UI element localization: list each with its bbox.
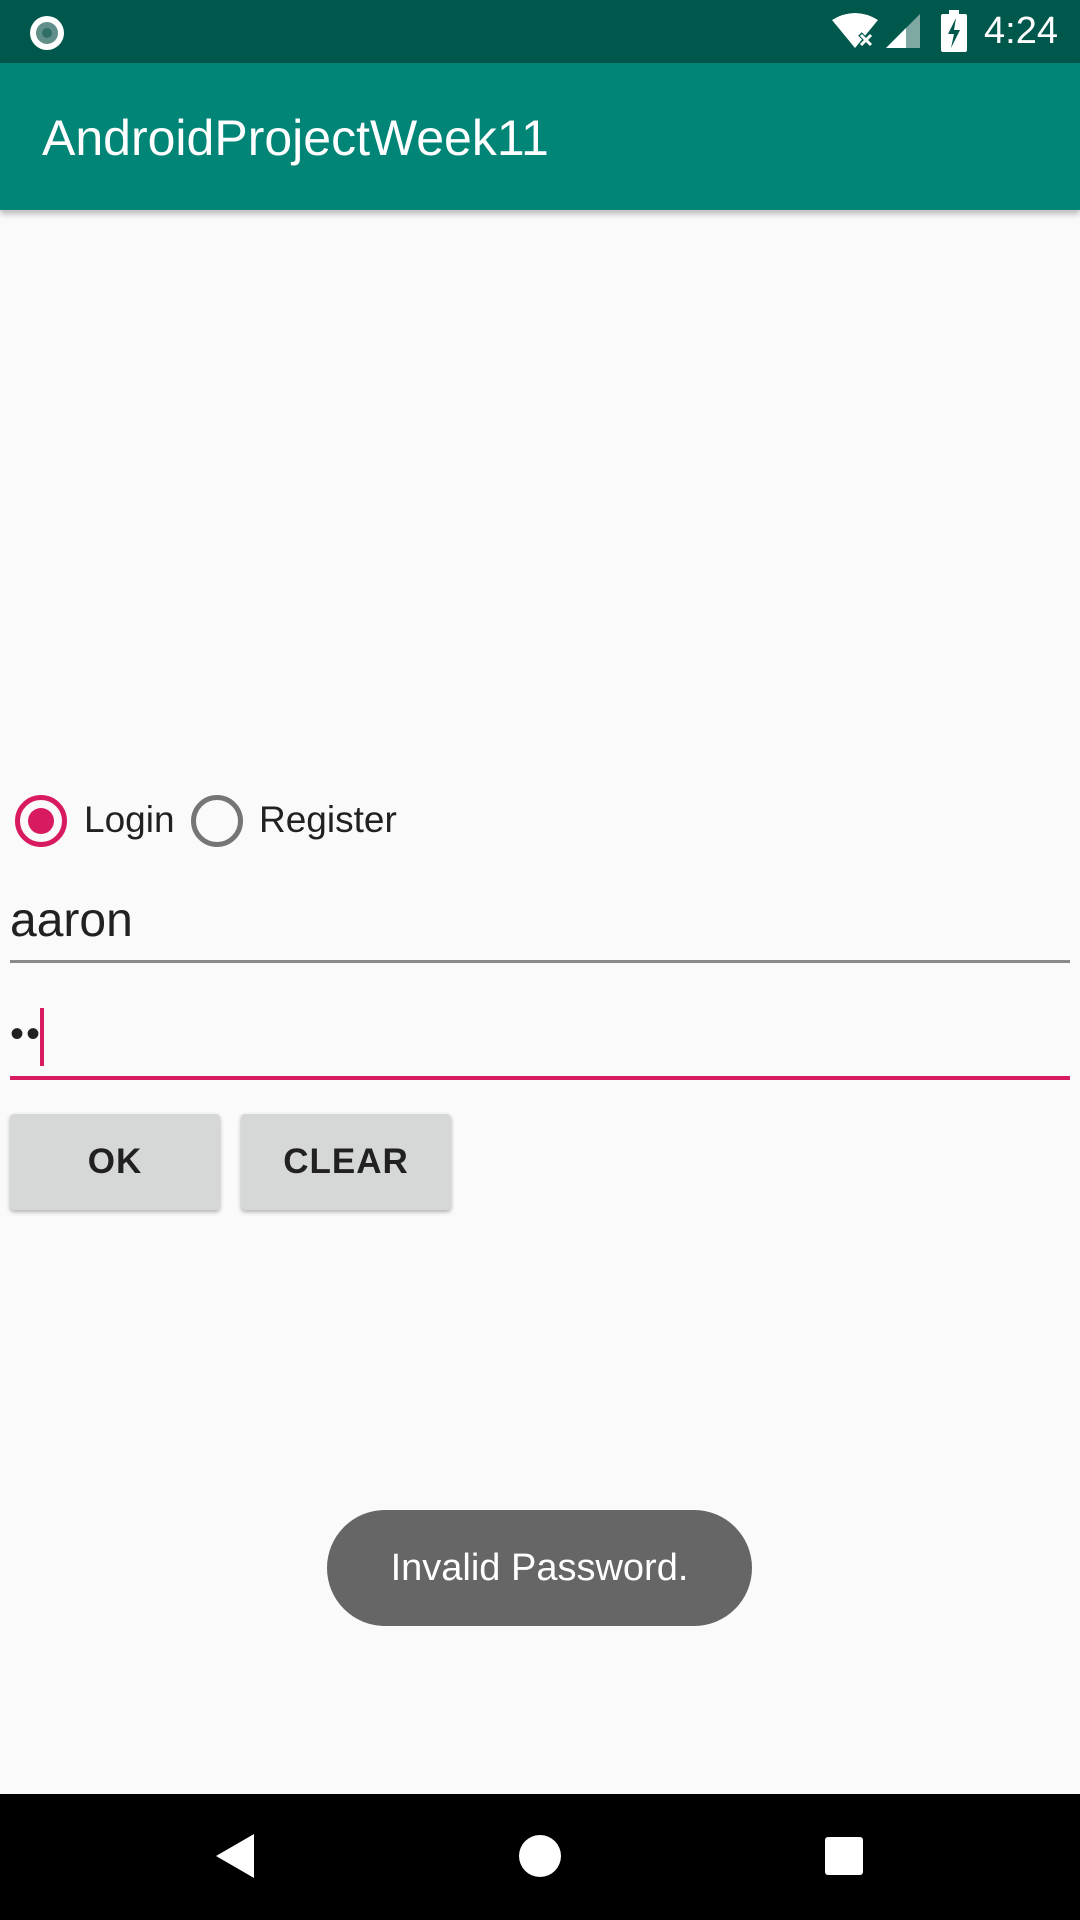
cell-signal-icon <box>886 14 920 48</box>
home-icon[interactable] <box>518 1834 562 1878</box>
ok-button[interactable]: OK <box>10 1114 220 1210</box>
recents-icon[interactable] <box>824 1836 864 1876</box>
clear-button[interactable]: CLEAR <box>241 1114 451 1210</box>
notification-dot-icon <box>30 16 64 50</box>
login-radio-label[interactable]: Login <box>84 796 175 844</box>
register-radio-label[interactable]: Register <box>259 796 397 844</box>
status-time: 4:24 <box>984 10 1058 52</box>
app-title: AndroidProjectWeek11 <box>42 110 549 166</box>
password-value: •• <box>10 1012 43 1056</box>
text-cursor <box>40 1008 44 1066</box>
username-field[interactable]: aaron <box>10 890 1070 963</box>
navigation-bar <box>0 1794 1080 1920</box>
register-radio[interactable] <box>191 795 243 847</box>
password-field[interactable]: •• <box>10 998 1070 1080</box>
back-icon[interactable] <box>214 1832 256 1880</box>
toast-message: Invalid Password. <box>327 1510 752 1626</box>
app-bar: AndroidProjectWeek11 <box>0 63 1080 210</box>
username-value: aaron <box>10 894 133 947</box>
login-radio[interactable] <box>15 795 67 847</box>
status-bar: 4:24 <box>0 0 1080 63</box>
wifi-off-icon <box>832 13 878 48</box>
battery-charging-icon <box>941 10 967 52</box>
